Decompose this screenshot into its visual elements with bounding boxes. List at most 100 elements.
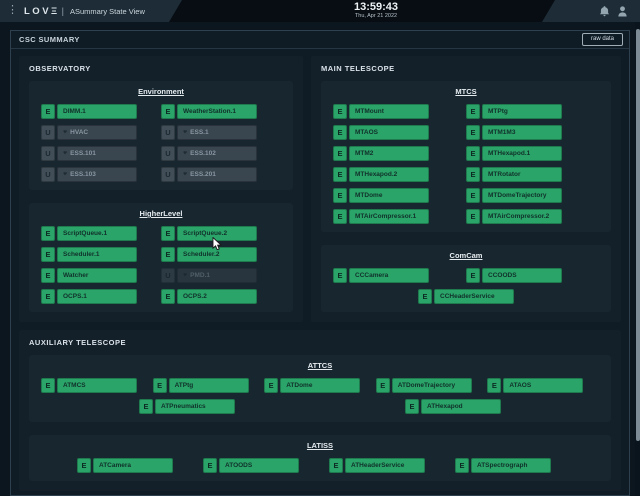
csc-state-badge: U [161,125,175,140]
page-scrollbar [635,22,640,496]
csc-state-badge: E [466,268,480,283]
csc-ATAOS[interactable]: EATAOS [487,378,599,393]
csc-MTHexapod.2[interactable]: EMTHexapod.2 [333,167,466,182]
csc-row: EMTM2EMTHexapod.1 [333,146,599,161]
csc-ScriptQueue.1[interactable]: EScriptQueue.1 [41,226,161,241]
csc-ESS.201[interactable]: U♥ESS.201 [161,167,281,182]
csc-state-badge: E [77,458,91,473]
csc-ATOODS[interactable]: EATOODS [203,458,299,473]
panel-groups: MTCSEMTMountEMTPtgEMTAOSEMTM1M3EMTM2EMTH… [321,81,611,312]
csc-ESS.101[interactable]: U♥ESS.101 [41,146,161,161]
csc-state-badge: E [264,378,278,393]
csc-label: OCPS.2 [177,289,257,304]
csc-ATPneumatics[interactable]: EATPneumatics [139,399,235,414]
csc-WeatherStation.1[interactable]: EWeatherStation.1 [161,104,281,119]
logo-separator: | [62,6,64,16]
csc-CCOODS[interactable]: ECCOODS [466,268,599,283]
kebab-menu-icon[interactable]: ⋮ [7,5,18,16]
csc-DIMM.1[interactable]: EDIMM.1 [41,104,161,119]
csc-HVAC[interactable]: U♥HVAC [41,125,161,140]
csc-label: ATPtg [169,378,249,393]
csc-ScriptQueue.2[interactable]: EScriptQueue.2 [161,226,281,241]
csc-MTHexapod.1[interactable]: EMTHexapod.1 [466,146,599,161]
csc-label: ATAOS [503,378,583,393]
csc-MTPtg[interactable]: EMTPtg [466,104,599,119]
csc-MTM2[interactable]: EMTM2 [333,146,466,161]
csc-label: ATDome [280,378,360,393]
csc-CCHeaderService[interactable]: ECCHeaderService [418,289,514,304]
csc-state-badge: E [41,247,55,262]
csc-ATHexapod[interactable]: EATHexapod [405,399,501,414]
csc-row: EATMCSEATPtgEATDomeEATDomeTrajectoryEATA… [41,378,599,393]
csc-MTAirCompressor.1[interactable]: EMTAirCompressor.1 [333,209,466,224]
csc-MTAOS[interactable]: EMTAOS [333,125,466,140]
csc-state-badge: U [41,146,55,161]
csc-label: MTAOS [349,125,429,140]
csc-label: ScriptQueue.2 [177,226,257,241]
csc-MTAirCompressor.2[interactable]: EMTAirCompressor.2 [466,209,599,224]
csc-label: MTDomeTrajectory [482,188,562,203]
csc-label: OCPS.1 [57,289,137,304]
csc-state-badge: E [41,378,55,393]
csc-group-title: HigherLevel [41,209,281,218]
csc-state-badge: E [466,209,480,224]
raw-data-button[interactable]: raw data [582,33,623,46]
csc-ATPtg[interactable]: EATPtg [153,378,265,393]
csc-MTDomeTrajectory[interactable]: EMTDomeTrajectory [466,188,599,203]
csc-ESS.103[interactable]: U♥ESS.103 [41,167,161,182]
csc-row: ECCCameraECCOODS [333,268,599,283]
heartbeat-lost-icon: ♥ [63,171,67,178]
csc-row: EATPneumatics EATHexapod [41,399,599,414]
csc-label: ATPneumatics [155,399,235,414]
bell-icon[interactable] [600,6,609,17]
csc-label: CCHeaderService [434,289,514,304]
scrollbar-thumb[interactable] [636,29,640,441]
csc-OCPS.2[interactable]: EOCPS.2 [161,289,281,304]
csc-MTM1M3[interactable]: EMTM1M3 [466,125,599,140]
csc-row: U♥ESS.101U♥ESS.102 [41,146,281,161]
csc-state-badge: U [161,167,175,182]
clock-time: 13:59:43 [354,2,398,13]
csc-MTMount[interactable]: EMTMount [333,104,466,119]
clock-date: Thu, Apr 21 2022 [354,13,398,20]
csc-state-badge: E [161,247,175,262]
csc-group-latiss: LATISSEATCameraEATOODSEATHeaderServiceEA… [29,435,611,481]
csc-summary-title: CSC SUMMARY [19,35,80,44]
csc-ESS.1[interactable]: U♥ESS.1 [161,125,281,140]
csc-ATCamera[interactable]: EATCamera [77,458,173,473]
user-icon[interactable] [618,6,627,17]
csc-label: ATHeaderService [345,458,425,473]
csc-PMD.1[interactable]: U♥PMD.1 [161,268,281,283]
csc-row: EScheduler.1EScheduler.2 [41,247,281,262]
heartbeat-lost-icon: ♥ [183,150,187,157]
csc-ATDome[interactable]: EATDome [264,378,376,393]
csc-state-badge: E [139,399,153,414]
csc-Scheduler.1[interactable]: EScheduler.1 [41,247,161,262]
csc-label: CCOODS [482,268,562,283]
csc-ATDomeTrajectory[interactable]: EATDomeTrajectory [376,378,488,393]
csc-MTRotator[interactable]: EMTRotator [466,167,599,182]
csc-MTDome[interactable]: EMTDome [333,188,466,203]
panel-title: OBSERVATORY [29,64,293,73]
csc-label: MTRotator [482,167,562,182]
csc-label: ATCamera [93,458,173,473]
csc-label: ♥PMD.1 [177,268,257,283]
csc-Scheduler.2[interactable]: EScheduler.2 [161,247,281,262]
panel-observatory: OBSERVATORY EnvironmentEDIMM.1EWeatherSt… [19,56,303,322]
csc-ATSpectrograph[interactable]: EATSpectrograph [455,458,551,473]
panel-row-top: OBSERVATORY EnvironmentEDIMM.1EWeatherSt… [19,56,621,322]
csc-state-badge: E [333,104,347,119]
csc-state-badge: E [455,458,469,473]
csc-label: MTHexapod.1 [482,146,562,161]
csc-state-badge: E [466,125,480,140]
csc-group-mtcs: MTCSEMTMountEMTPtgEMTAOSEMTM1M3EMTM2EMTH… [321,81,611,232]
csc-ATHeaderService[interactable]: EATHeaderService [329,458,425,473]
csc-row: U♥HVACU♥ESS.1 [41,125,281,140]
csc-CCCamera[interactable]: ECCCamera [333,268,466,283]
csc-label: MTHexapod.2 [349,167,429,182]
csc-ESS.102[interactable]: U♥ESS.102 [161,146,281,161]
csc-OCPS.1[interactable]: EOCPS.1 [41,289,161,304]
csc-row: EDIMM.1EWeatherStation.1 [41,104,281,119]
csc-ATMCS[interactable]: EATMCS [41,378,153,393]
csc-Watcher[interactable]: EWatcher [41,268,161,283]
